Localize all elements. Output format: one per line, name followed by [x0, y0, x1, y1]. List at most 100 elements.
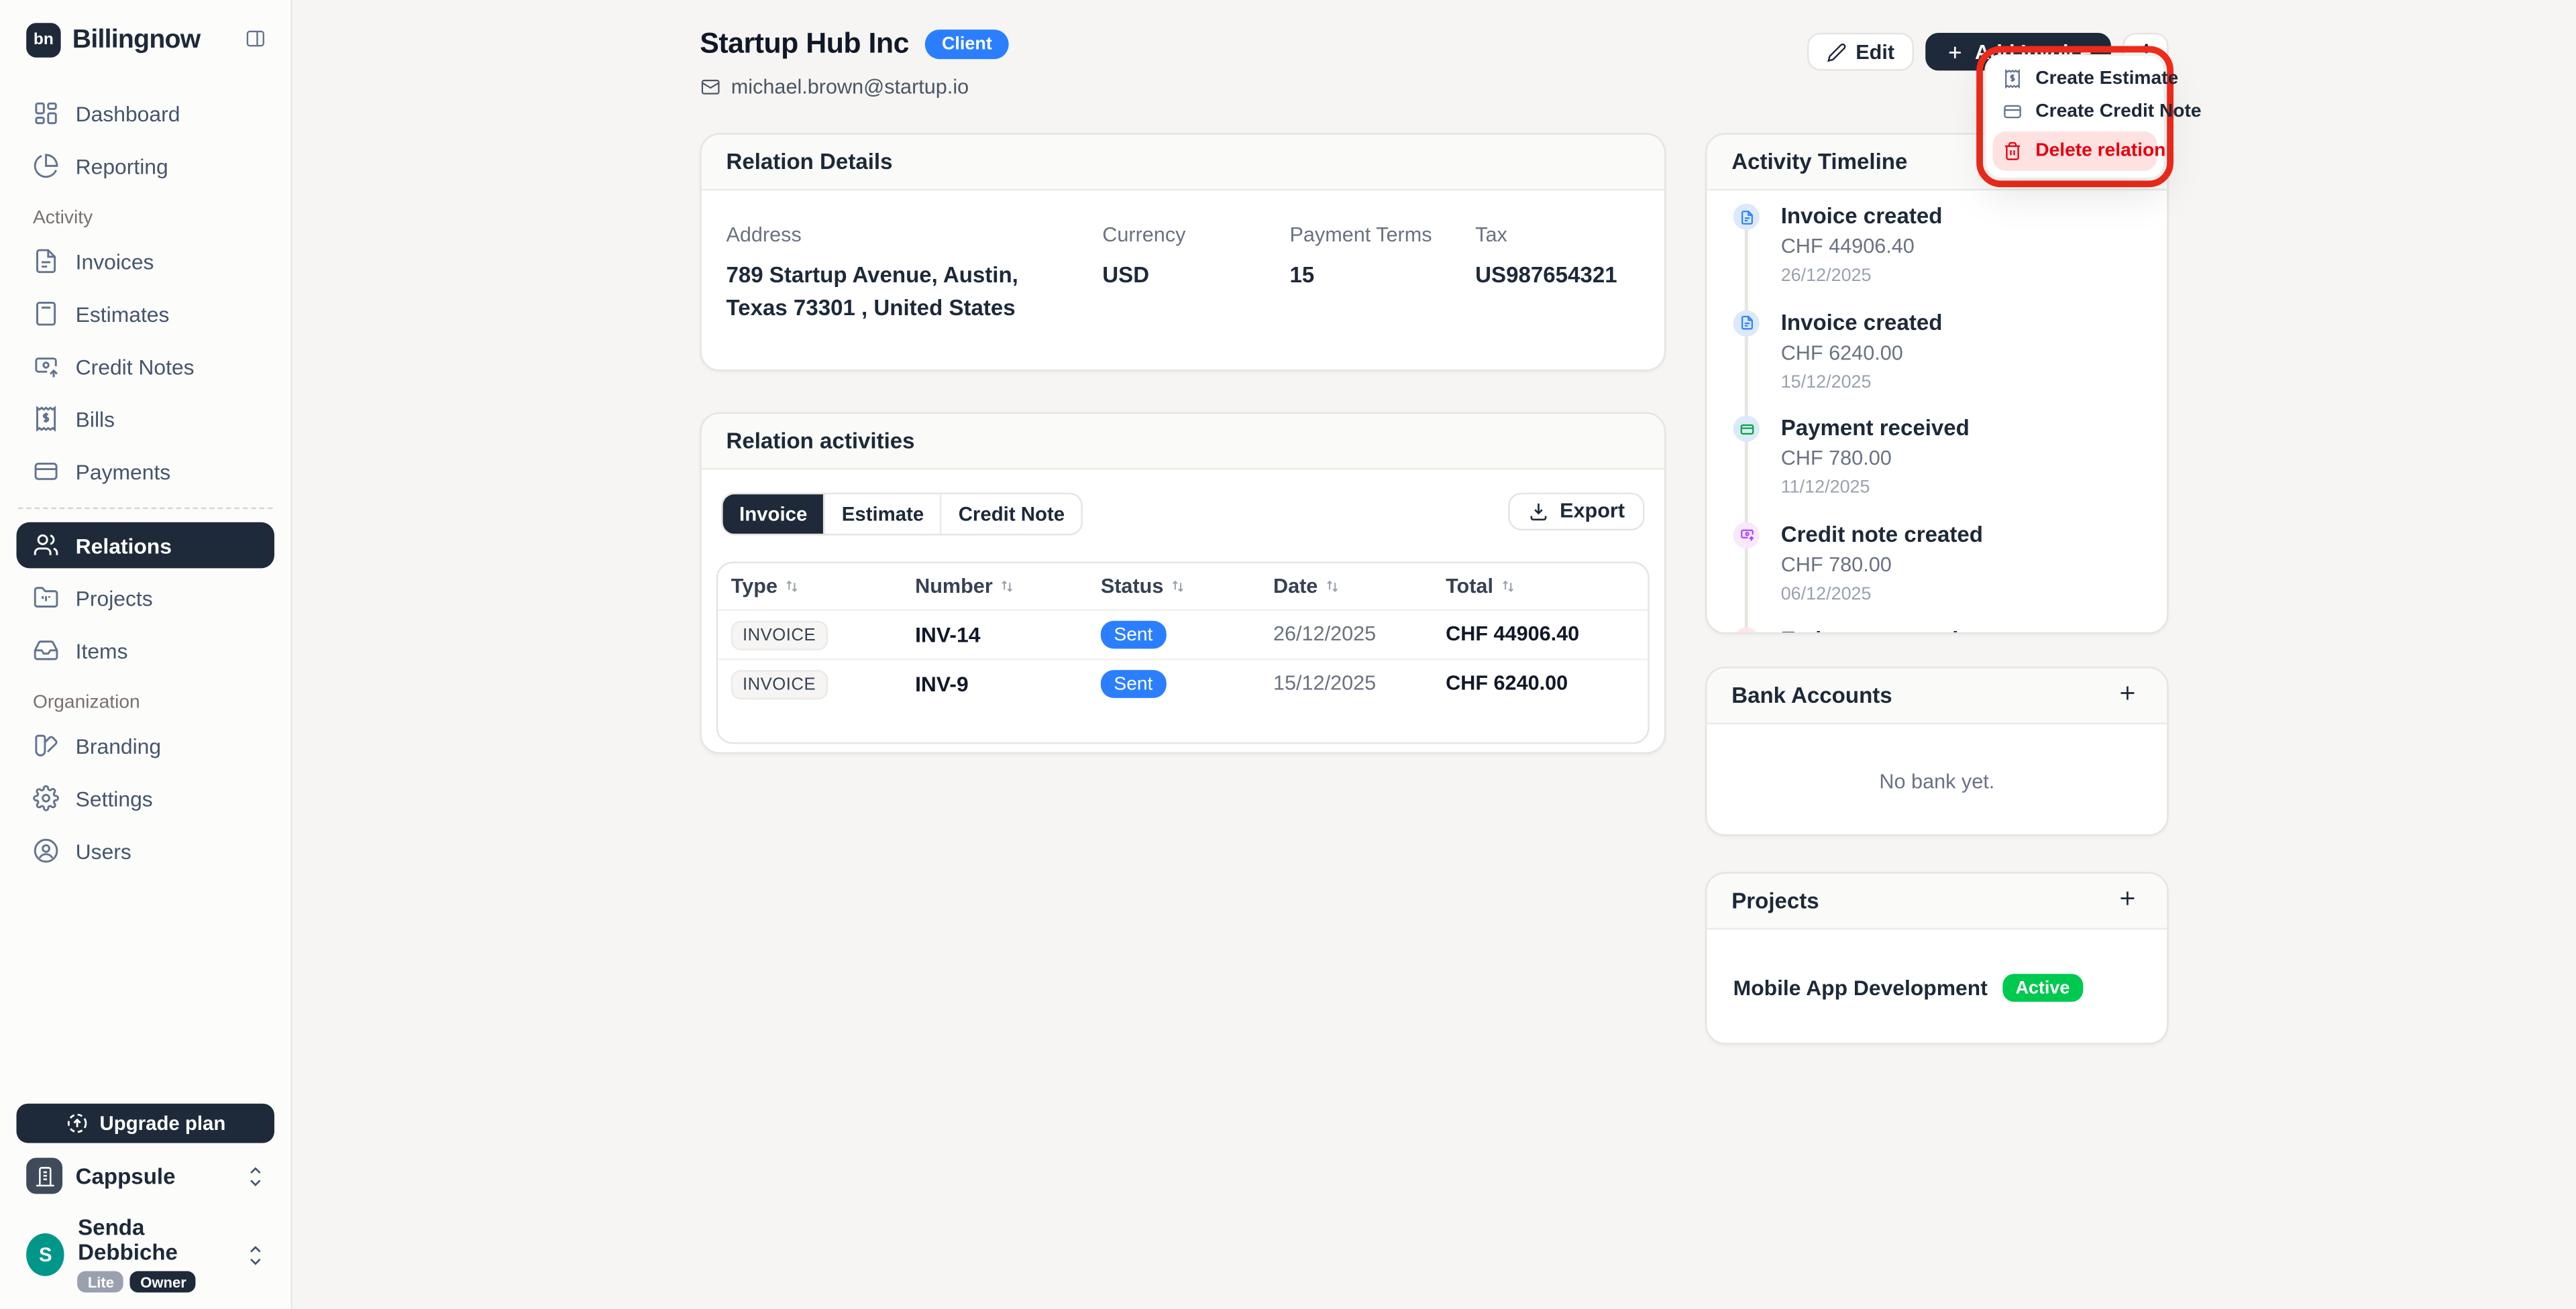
sidebar-item-items[interactable]: Items	[16, 628, 274, 674]
menu-item-create-credit-note[interactable]: Create Credit Note	[1993, 95, 2202, 128]
panel-toggle-icon	[243, 27, 268, 48]
gear-icon	[33, 785, 59, 811]
pencil-icon	[1826, 42, 1845, 62]
trash-icon	[2002, 141, 2022, 161]
sidebar-item-branding[interactable]: Branding	[16, 723, 274, 769]
payment-event-icon	[1733, 415, 1760, 442]
event-title: Invoice created	[1780, 309, 1943, 335]
page-title: Startup Hub Inc	[700, 26, 909, 60]
account-name: Senda Debbiche	[78, 1216, 178, 1265]
sidebar-item-relations[interactable]: Relations	[16, 522, 274, 569]
sidebar-collapse-button[interactable]	[240, 24, 272, 57]
project-row[interactable]: Mobile App Development Active	[1733, 974, 2141, 1002]
user-avatar: S	[26, 1233, 65, 1277]
workspace-selector[interactable]: Cappsule	[16, 1143, 274, 1198]
table-header-row: Type Number Status Date Total	[718, 563, 1648, 609]
brand-logo: bn	[26, 23, 61, 58]
menu-item-label: Create Credit Note	[2035, 101, 2202, 122]
event-title: Invoice created	[1780, 203, 1943, 229]
type-pill: INVOICE	[731, 620, 828, 650]
tab-invoice[interactable]: Invoice	[722, 493, 826, 533]
sidebar-item-reporting[interactable]: Reporting	[16, 143, 274, 189]
table-spacer	[718, 707, 1648, 741]
estimate-event-icon	[1733, 627, 1760, 632]
relation-details-card: Relation Details Address 789 Startup Ave…	[700, 133, 1666, 371]
sidebar-item-dashboard[interactable]: Dashboard	[16, 91, 274, 137]
field-address: Address 789 Startup Avenue, Austin, Texa…	[726, 223, 1102, 326]
dashboard-icon	[33, 100, 59, 126]
card-title: Relation activities	[726, 427, 915, 453]
sidebar-item-label: Invoices	[75, 249, 154, 274]
upgrade-plan-button[interactable]: Upgrade plan	[16, 1104, 274, 1144]
table-row[interactable]: INVOICE INV-14 Sent 26/12/2025 CHF 44906…	[718, 608, 1648, 657]
sort-icon	[1500, 577, 1516, 593]
tab-estimate[interactable]: Estimate	[825, 493, 943, 533]
field-label: Tax	[1475, 223, 1507, 247]
card-title: Projects	[1731, 888, 1819, 913]
sidebar-item-label: Branding	[75, 733, 162, 758]
sidebar-item-payments[interactable]: Payments	[16, 449, 274, 495]
edit-button[interactable]: Edit	[1806, 32, 1915, 71]
add-project-button[interactable]	[2112, 884, 2142, 918]
plus-icon	[1945, 42, 1965, 61]
relation-details-body: Address 789 Startup Avenue, Austin, Texa…	[702, 190, 1664, 369]
table-row[interactable]: INVOICE INV-9 Sent 15/12/2025 CHF 6240.0…	[718, 657, 1648, 707]
tab-credit-note[interactable]: Credit Note	[942, 493, 1081, 533]
sidebar-item-estimates[interactable]: Estimates	[16, 290, 274, 337]
client-badge: Client	[925, 28, 1009, 58]
event-date: 11/12/2025	[1780, 477, 1870, 498]
project-name: Mobile App Development	[1733, 975, 1988, 1001]
timeline-event: Invoice created CHF 6240.00 15/12/2025	[1733, 309, 2147, 392]
field-value: US987654321	[1475, 262, 1617, 288]
sort-icon	[1170, 577, 1186, 593]
column-header-date[interactable]: Date	[1260, 574, 1432, 597]
sidebar-item-label: Estimates	[75, 301, 170, 327]
export-button[interactable]: Export	[1509, 492, 1645, 530]
field-payment-terms: Payment Terms 15	[1289, 223, 1475, 326]
email-row: michael.brown@startup.io	[700, 76, 1008, 99]
menu-item-create-estimate[interactable]: Create Estimate	[1993, 62, 2178, 95]
sidebar-item-label: Credit Notes	[75, 353, 195, 379]
invoice-event-icon	[1733, 203, 1760, 230]
sidebar-item-invoices[interactable]: Invoices	[16, 238, 274, 284]
column-header-total[interactable]: Total	[1433, 574, 1648, 597]
field-value: USD	[1102, 262, 1150, 288]
credit-card-icon	[33, 458, 59, 484]
sidebar-item-credit-notes[interactable]: Credit Notes	[16, 343, 274, 390]
account-badges: Lite Owner	[78, 1271, 233, 1293]
sort-icon	[1324, 577, 1340, 593]
column-header-type[interactable]: Type	[718, 574, 902, 597]
relation-details-header: Relation Details	[701, 134, 1664, 191]
menu-item-delete-relation[interactable]: Delete relation	[1992, 131, 2165, 171]
chevron-updown-icon	[246, 1243, 264, 1267]
sidebar-item-label: Items	[75, 638, 128, 663]
sidebar-item-users[interactable]: Users	[16, 828, 274, 874]
column-header-status[interactable]: Status	[1087, 574, 1260, 597]
add-bank-button[interactable]	[2112, 678, 2142, 712]
account-selector[interactable]: S Senda Debbiche Lite Owner	[16, 1198, 274, 1296]
download-icon	[1529, 500, 1550, 522]
upgrade-plan-label: Upgrade plan	[99, 1112, 226, 1136]
invoice-date: 15/12/2025	[1273, 671, 1377, 695]
receipt-icon	[33, 406, 59, 432]
timeline-event: Estimate created CHF 4320.00	[1733, 627, 2147, 632]
event-amount: CHF 780.00	[1780, 553, 1892, 576]
column-label: Type	[731, 573, 777, 597]
content: Startup Hub Inc Client michael.brown@sta…	[700, 0, 2202, 1045]
column-label: Total	[1446, 573, 1493, 597]
column-header-number[interactable]: Number	[902, 574, 1087, 597]
user-circle-icon	[33, 838, 59, 864]
email-text: michael.brown@startup.io	[731, 75, 969, 99]
invoice-total: CHF 44906.40	[1446, 622, 1580, 646]
relation-activities-card: Relation activities Invoice Estimate Cre…	[700, 411, 1666, 753]
export-label: Export	[1560, 499, 1625, 522]
invoice-event-icon	[1733, 309, 1760, 336]
event-amount: CHF 780.00	[1780, 447, 1892, 470]
left-column: Relation Details Address 789 Startup Ave…	[700, 133, 1666, 753]
workspace-name: Cappsule	[75, 1163, 176, 1189]
sidebar-item-projects[interactable]: Projects	[16, 575, 274, 621]
sidebar-item-settings[interactable]: Settings	[16, 775, 274, 821]
bank-accounts-header: Bank Accounts	[1707, 668, 2167, 725]
event-amount: CHF 6240.00	[1780, 341, 1903, 364]
sidebar-item-bills[interactable]: Bills	[16, 396, 274, 442]
